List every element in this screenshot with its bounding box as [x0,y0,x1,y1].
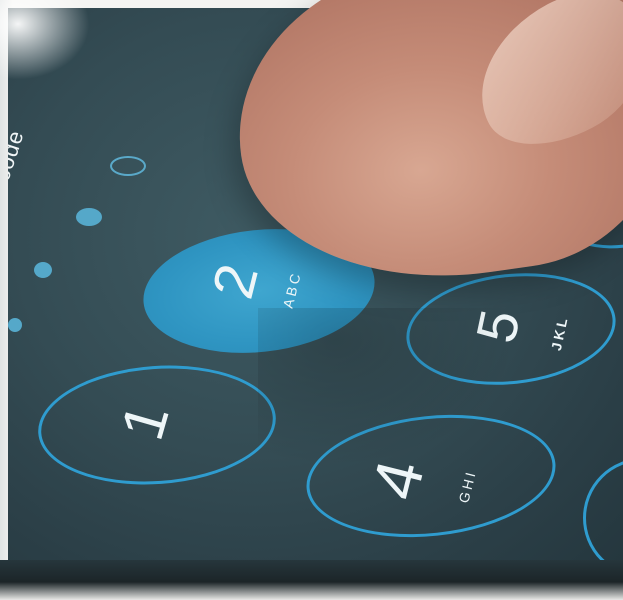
finger-shadow [258,308,518,468]
key-digit: 1 [108,396,182,447]
key-digit: 2 [200,257,271,305]
keypad-key-1[interactable]: 1 [34,357,280,493]
passcode-dot-filled [34,262,52,278]
light-glare [0,0,90,80]
passcode-dot-empty [110,156,146,176]
passcode-dot-filled [8,318,22,332]
passcode-dot-filled [76,208,102,226]
photo: Passcode 2 ABC 5 JKL 1 4 GHI [0,0,623,600]
key-letters: GHI [455,467,480,505]
key-letters: ABC [279,269,305,310]
passcode-title: Passcode [8,126,29,235]
phone-bezel-bottom [0,560,623,600]
key-letters: JKL [547,313,571,352]
fingernail [452,0,623,170]
